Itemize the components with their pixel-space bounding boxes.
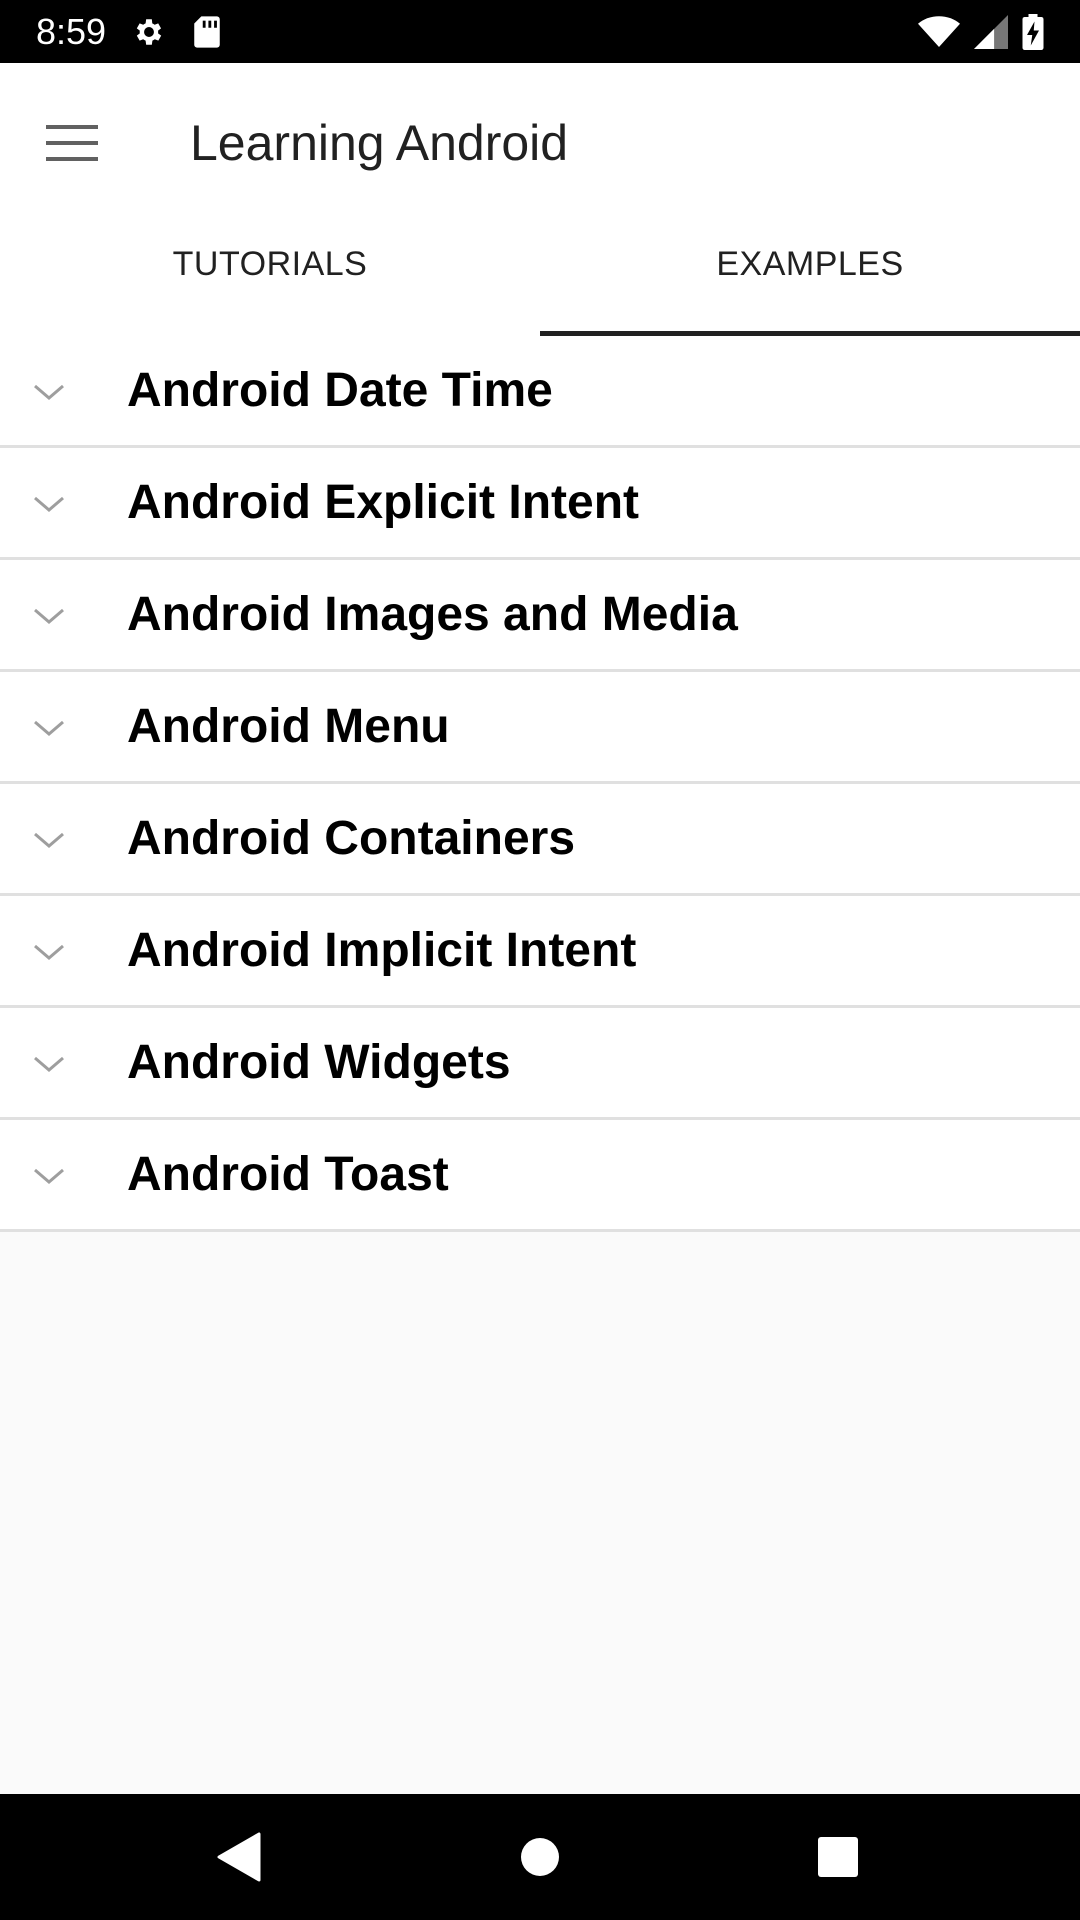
- hamburger-menu-icon: [46, 125, 98, 161]
- list-item-label: Android Containers: [127, 812, 576, 865]
- status-time: 8:59: [36, 10, 107, 52]
- tab-bar: TUTORIALS EXAMPLES: [0, 210, 1080, 336]
- list-item-label: Android Images and Media: [127, 588, 738, 641]
- list-item-label: Android Menu: [127, 700, 450, 753]
- battery-charging-icon: [1022, 13, 1044, 50]
- chevron-down-icon: [34, 1168, 64, 1184]
- chevron-down-icon: [34, 944, 64, 960]
- chevron-down-icon: [34, 720, 64, 736]
- recents-icon: [818, 1837, 858, 1877]
- list-item-label: Android Date Time: [127, 364, 553, 417]
- settings-icon: [132, 15, 166, 49]
- tab-examples[interactable]: EXAMPLES: [540, 210, 1080, 336]
- status-bar: 8:59: [0, 0, 1080, 63]
- chevron-down-icon: [34, 832, 64, 848]
- home-icon: [521, 1838, 559, 1876]
- list-item-android-images-and-media[interactable]: Android Images and Media: [0, 560, 1080, 672]
- list-item-android-date-time[interactable]: Android Date Time: [0, 336, 1080, 448]
- list-item-android-containers[interactable]: Android Containers: [0, 784, 1080, 896]
- list-item-android-implicit-intent[interactable]: Android Implicit Intent: [0, 896, 1080, 1008]
- examples-list: Android Date Time Android Explicit Inten…: [0, 336, 1080, 1232]
- status-left: 8:59: [36, 11, 222, 53]
- list-item-label: Android Toast: [127, 1148, 449, 1201]
- recents-button[interactable]: [808, 1827, 868, 1887]
- app-title: Learning Android: [190, 115, 569, 171]
- tab-tutorials[interactable]: TUTORIALS: [0, 210, 540, 336]
- list-item-android-widgets[interactable]: Android Widgets: [0, 1008, 1080, 1120]
- chevron-down-icon: [34, 384, 64, 400]
- chevron-down-icon: [34, 608, 64, 624]
- list-item-android-menu[interactable]: Android Menu: [0, 672, 1080, 784]
- status-right: [918, 13, 1044, 50]
- cell-signal-icon: [974, 14, 1008, 49]
- chevron-down-icon: [34, 1056, 64, 1072]
- chevron-down-icon: [34, 496, 64, 512]
- back-icon: [217, 1832, 261, 1882]
- menu-button[interactable]: [42, 113, 102, 173]
- wifi-icon: [918, 15, 960, 49]
- list-item-android-explicit-intent[interactable]: Android Explicit Intent: [0, 448, 1080, 560]
- home-button[interactable]: [510, 1827, 570, 1887]
- list-item-label: Android Implicit Intent: [127, 924, 637, 977]
- list-item-label: Android Widgets: [127, 1036, 511, 1089]
- list-item-android-toast[interactable]: Android Toast: [0, 1120, 1080, 1232]
- navigation-bar: [0, 1794, 1080, 1920]
- back-button[interactable]: [208, 1827, 268, 1887]
- sd-card-icon: [192, 15, 222, 49]
- list-item-label: Android Explicit Intent: [127, 476, 639, 529]
